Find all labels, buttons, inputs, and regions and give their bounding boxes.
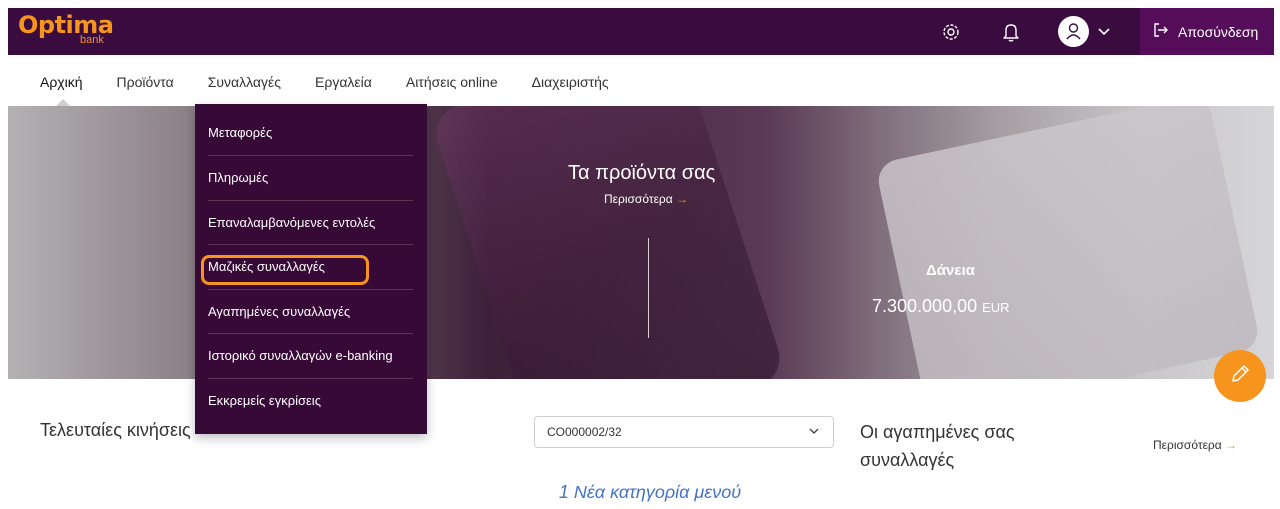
nav-online-applications[interactable]: Αιτήσεις online — [406, 74, 498, 96]
menu-item-pending-approvals[interactable]: Εκκρεμείς εγκρίσεις — [208, 379, 413, 424]
hero-card-image — [874, 106, 1262, 379]
hero-divider — [648, 238, 649, 338]
recent-transactions-title: Τελευταίες κινήσεις — [40, 420, 191, 440]
menu-item-payments[interactable]: Πληρωμές — [208, 156, 413, 201]
logout-icon — [1152, 21, 1170, 42]
nav-administrator[interactable]: Διαχειριστής — [532, 74, 609, 96]
account-select[interactable]: CO000002/32 — [534, 416, 834, 448]
user-avatar-icon[interactable] — [1058, 16, 1089, 47]
favorites-more-link[interactable]: Περισσότερα → — [1153, 438, 1237, 452]
loans-value: 7.300.000,00 EUR — [872, 296, 1010, 317]
loans-currency: EUR — [982, 300, 1010, 315]
figure-caption: 1 Νέα κατηγορία μενού — [558, 482, 742, 502]
account-select-value: CO000002/32 — [547, 425, 622, 439]
top-bar: Optima bank Αποσύνδεση — [8, 8, 1274, 55]
chevron-down-icon[interactable] — [1094, 21, 1114, 41]
favorites-title: Οι αγαπημένες σας συναλλαγές — [860, 422, 1015, 470]
loans-label: Δάνεια — [926, 262, 975, 279]
menu-item-ebanking-history[interactable]: Ιστορικό συναλλαγών e-banking — [208, 334, 413, 379]
gear-icon[interactable] — [938, 19, 964, 45]
nav-tools[interactable]: Εργαλεία — [315, 74, 372, 96]
optima-logo[interactable]: Optima bank — [18, 12, 114, 46]
logout-label: Αποσύνδεση — [1178, 23, 1259, 40]
nav-transactions[interactable]: Συναλλαγές — [208, 74, 281, 96]
logo-subtext: bank — [80, 34, 104, 46]
hero-title: Τα προϊόντα σας — [568, 162, 716, 184]
hero-more-link[interactable]: Περισσότερα → — [604, 192, 688, 206]
active-nav-indicator — [56, 99, 70, 106]
highlight-outline — [201, 255, 369, 285]
main-nav: Αρχική Προϊόντα Συναλλαγές Εργαλεία Αιτή… — [40, 74, 643, 96]
menu-item-favorite-transactions[interactable]: Αγαπημένες συναλλαγές — [208, 290, 413, 335]
menu-item-recurring-orders[interactable]: Επαναλαμβανόμενες εντολές — [208, 201, 413, 246]
hero-phone-image — [428, 106, 788, 379]
logout-button[interactable]: Αποσύνδεση — [1140, 8, 1274, 55]
nav-products[interactable]: Προϊόντα — [117, 74, 174, 96]
edit-fab-button[interactable] — [1214, 350, 1266, 402]
bell-icon[interactable] — [998, 19, 1024, 45]
chevron-down-icon — [807, 424, 821, 441]
menu-item-transfers[interactable]: Μεταφορές — [208, 118, 413, 156]
arrow-right-icon: → — [1225, 438, 1238, 452]
pencil-icon — [1227, 361, 1253, 392]
arrow-right-icon: → — [676, 192, 689, 206]
favorites-more-label: Περισσότερα — [1153, 438, 1222, 452]
loans-amount: 7.300.000,00 — [872, 296, 978, 316]
nav-home[interactable]: Αρχική — [40, 74, 83, 96]
hero-more-label: Περισσότερα — [604, 192, 673, 206]
